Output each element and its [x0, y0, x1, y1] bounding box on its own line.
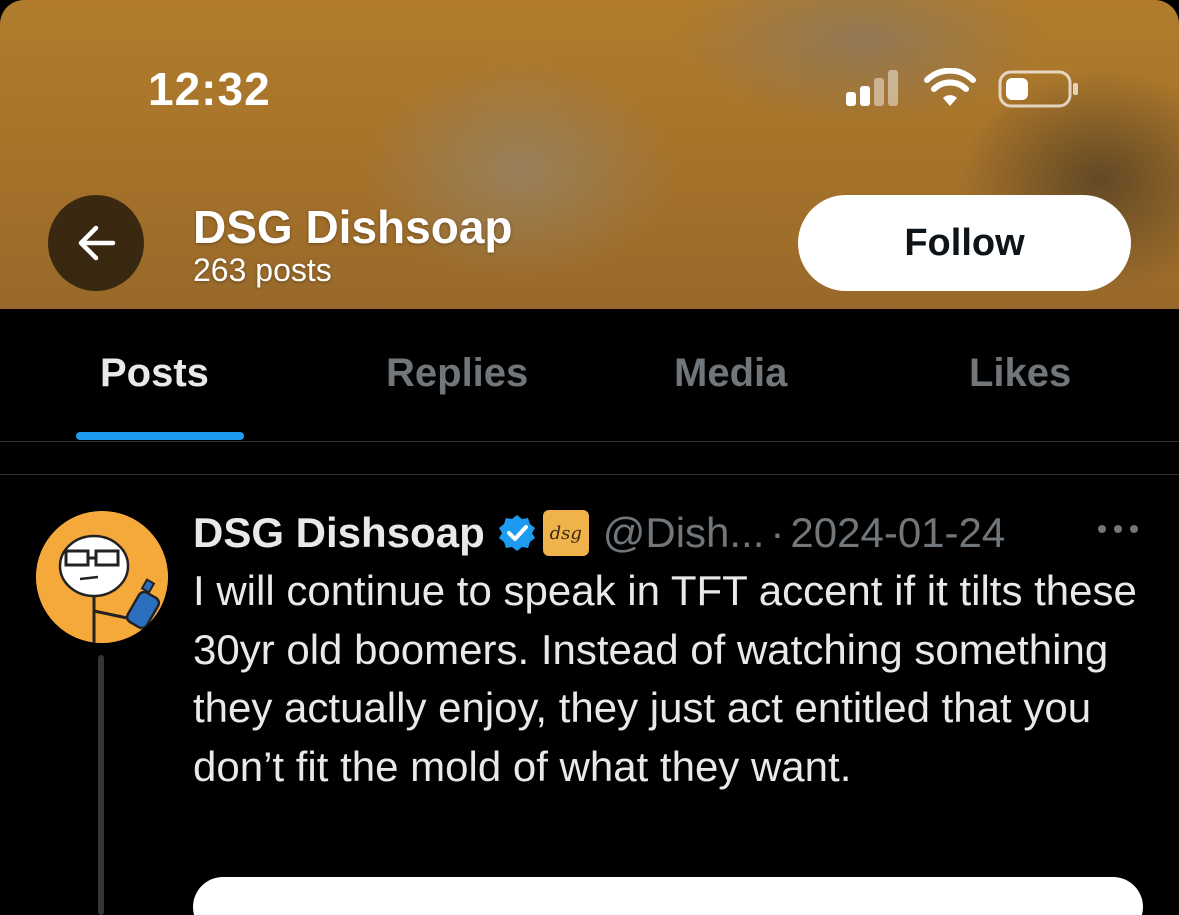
- profile-tabs: Posts Replies Media Likes: [0, 309, 1179, 442]
- wifi-icon: [924, 68, 976, 106]
- divider: [0, 474, 1179, 475]
- battery-icon: [998, 70, 1078, 108]
- status-time: 12:32: [148, 63, 271, 115]
- verified-badge-icon: [498, 515, 535, 551]
- avatar[interactable]: [36, 511, 168, 643]
- profile-name: DSG Dishsoap: [193, 201, 513, 253]
- thread-line: [98, 655, 104, 915]
- tab-posts[interactable]: Posts: [100, 351, 209, 396]
- active-tab-indicator: [76, 432, 244, 440]
- meta-separator: ·: [770, 509, 785, 556]
- avatar-illustration: [36, 511, 168, 643]
- media-attachment[interactable]: [193, 877, 1143, 915]
- tab-likes[interactable]: Likes: [969, 351, 1071, 396]
- back-button[interactable]: [48, 195, 144, 291]
- post-date[interactable]: 2024-01-24: [790, 509, 1005, 557]
- tab-replies[interactable]: Replies: [386, 351, 528, 396]
- post-count: 263 posts: [193, 252, 332, 288]
- post-handle[interactable]: @Dish...: [603, 509, 765, 557]
- post-author-name[interactable]: DSG Dishsoap: [193, 509, 485, 557]
- cellular-signal-icon: [846, 70, 906, 106]
- post-text: I will continue to speak in TFT accent i…: [193, 567, 1137, 790]
- arrow-left-icon: [78, 225, 116, 261]
- more-horizontal-icon[interactable]: [1096, 522, 1140, 536]
- post-header: DSG Dishsoap dsg @Dish... · 2024-01-24: [193, 505, 1005, 561]
- follow-button[interactable]: Follow: [798, 195, 1131, 291]
- affiliate-badge[interactable]: dsg: [542, 510, 589, 556]
- tab-media[interactable]: Media: [674, 351, 787, 396]
